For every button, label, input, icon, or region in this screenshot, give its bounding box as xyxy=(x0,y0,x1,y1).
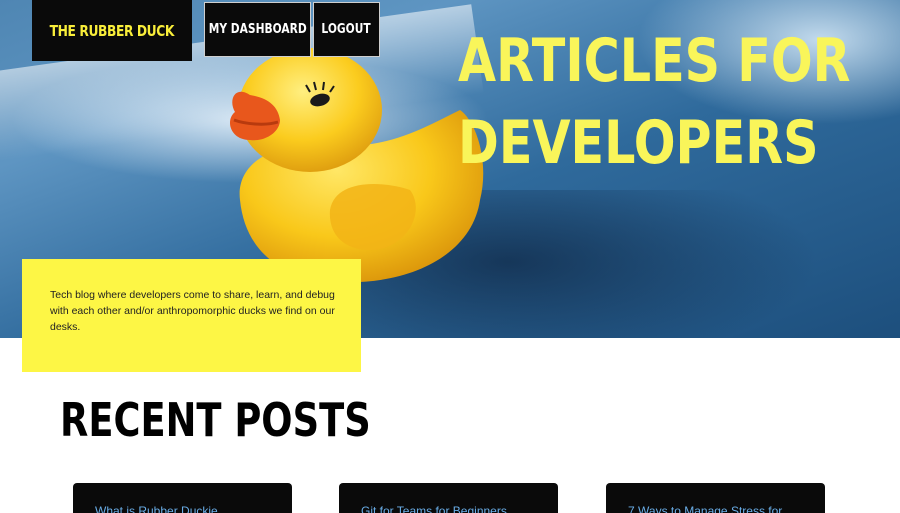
site-logo-text: THE RUBBER DUCK xyxy=(49,21,175,40)
post-card[interactable]: What is Rubber Duckie... xyxy=(73,483,292,513)
post-card-title[interactable]: What is Rubber Duckie... xyxy=(95,504,228,513)
recent-posts-heading: RECENT POSTS xyxy=(60,393,371,447)
site-logo[interactable]: THE RUBBER DUCK xyxy=(32,0,192,61)
tagline-box: Tech blog where developers come to share… xyxy=(22,259,361,372)
my-dashboard-label: MY DASHBOARD xyxy=(208,22,307,37)
logout-label: LOGOUT xyxy=(321,22,372,37)
post-card-title[interactable]: 7 Ways to Manage Stress for... xyxy=(628,504,792,513)
post-card-title[interactable]: Git for Teams for Beginners xyxy=(361,504,507,513)
logout-button[interactable]: LOGOUT xyxy=(313,2,380,57)
tagline-text: Tech blog where developers come to share… xyxy=(50,289,335,333)
hero-title-line-2: DEVELOPERS xyxy=(458,108,819,178)
hero-title: ARTICLES FOR DEVELOPERS xyxy=(458,20,851,184)
post-card[interactable]: Git for Teams for Beginners xyxy=(339,483,558,513)
hero-title-line-1: ARTICLES FOR xyxy=(458,26,851,96)
post-card[interactable]: 7 Ways to Manage Stress for... xyxy=(606,483,825,513)
my-dashboard-button[interactable]: MY DASHBOARD xyxy=(204,2,311,57)
